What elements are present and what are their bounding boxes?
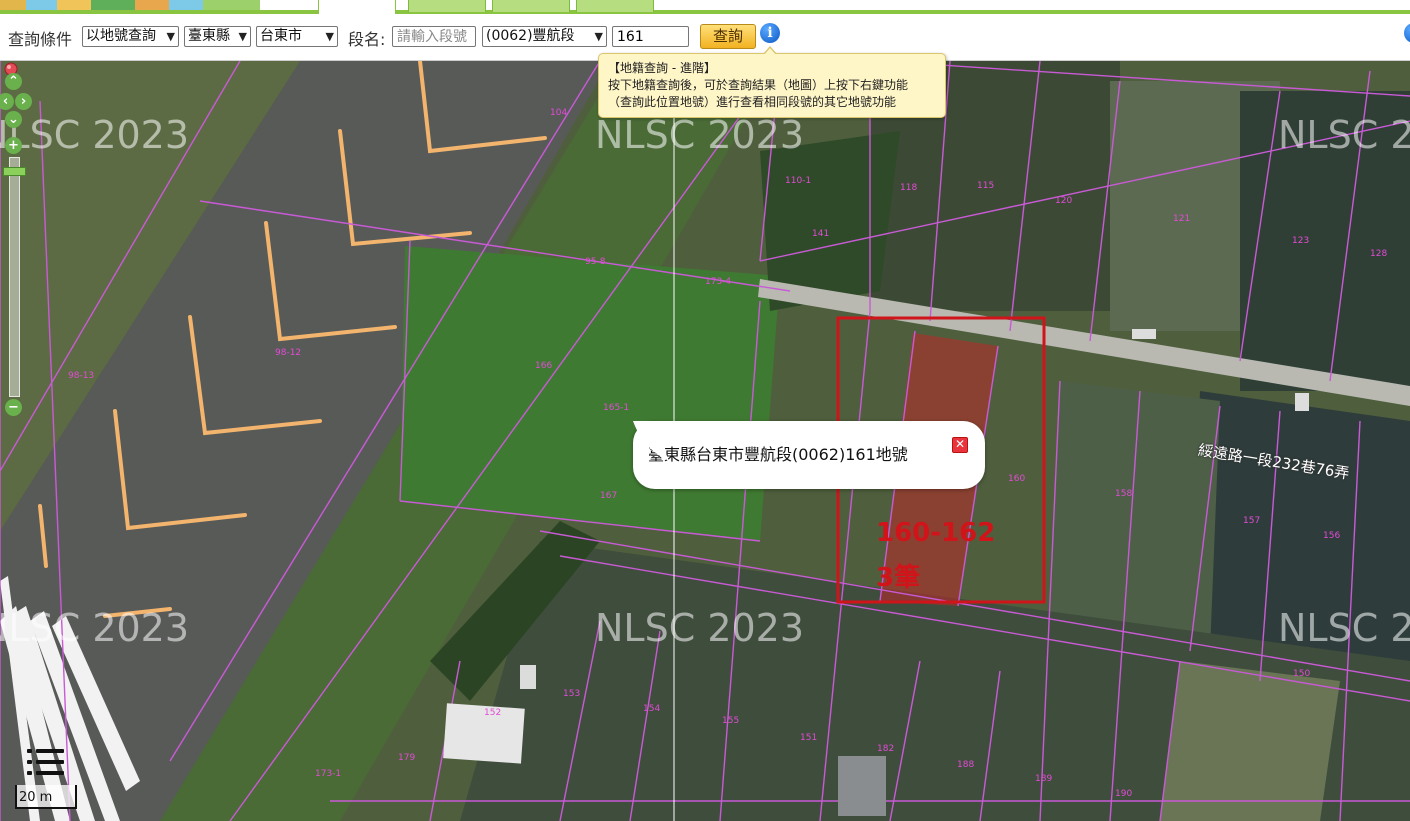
popup-parcel-text: 臺東縣台東市豐航段(0062)161地號 (648, 445, 908, 464)
chevron-down-icon: ▼ (594, 30, 603, 43)
town-select[interactable]: 台東市 ▼ (256, 26, 338, 47)
parcel-number: 153 (563, 689, 581, 699)
watermark: NLSC 2023 (0, 113, 190, 157)
parcel-number: 115 (977, 181, 995, 191)
parcel-number: 104 (550, 108, 568, 118)
annotation-parcel-count: 3筆 (876, 563, 921, 593)
popup-tail (633, 421, 669, 461)
scale-label: 20 m (19, 790, 53, 805)
parcel-number-input[interactable] (612, 26, 689, 47)
tab-cadastral[interactable]: 地籍 (318, 0, 396, 14)
parcel-number: 150 (1293, 669, 1311, 679)
watermark: NLSC 2023 (0, 606, 190, 650)
tab-strip: 地籍 門牌 村里 坐標 (0, 0, 1410, 14)
parcel-number: 151 (800, 733, 818, 743)
parcel-number: 182 (877, 744, 895, 754)
parcel-number: 157 (1243, 516, 1261, 526)
pan-down-icon[interactable]: ⌄ (5, 111, 22, 128)
parcel-number: 128 (1370, 249, 1388, 259)
section-select[interactable]: (0062)豐航段 ▼ (482, 26, 607, 47)
parcel-number: 120 (1055, 196, 1073, 206)
tooltip-line-2: （查詢此位置地號）進行查看相同段號的其它地號功能 (608, 95, 897, 109)
tab-house-number[interactable]: 門牌 (408, 0, 486, 12)
close-icon[interactable]: ✕ (952, 437, 968, 453)
watermark: NLSC 2023 (1278, 606, 1410, 650)
tab-coordinates[interactable]: 坐標 (576, 0, 654, 12)
section-number-input[interactable] (392, 26, 476, 47)
parcel-number: 152 (484, 708, 502, 718)
parcel-number: 188 (957, 760, 975, 770)
parcel-number: 165-1 (603, 403, 630, 413)
watermark: NLSC 2023 (1278, 113, 1410, 157)
watermark: NLSC 2023 (595, 606, 805, 650)
tab-village[interactable]: 村里 (492, 0, 570, 12)
parcel-number: 141 (812, 229, 830, 239)
chevron-down-icon: ▼ (325, 30, 334, 43)
parcel-number: 154 (643, 704, 661, 714)
info-icon[interactable]: i (760, 23, 780, 43)
menu-icon[interactable] (27, 749, 65, 781)
chevron-down-icon: ▼ (166, 30, 175, 43)
parcel-number: 110-1 (785, 176, 812, 186)
pan-up-icon[interactable]: ⌃ (5, 73, 22, 90)
info-icon-edge[interactable]: i (1404, 23, 1410, 43)
pan-right-icon[interactable]: › (15, 93, 32, 110)
parcel-number: 166 (535, 361, 553, 371)
zoom-slider-track[interactable] (9, 157, 20, 397)
zoom-in-icon[interactable]: + (5, 137, 22, 154)
parcel-number: 189 (1035, 774, 1053, 784)
parcel-number: 123 (1292, 236, 1310, 246)
parcel-number: 173-4 (705, 277, 732, 287)
parcel-number: 155 (722, 716, 740, 726)
tooltip-title: 【地籍查詢 - 進階】 (608, 61, 716, 75)
parcel-number: 167 (600, 491, 618, 501)
advanced-query-tooltip: 【地籍查詢 - 進階】 按下地籍查詢後，可於查詢結果（地圖）上按下右鍵功能 （查… (598, 46, 946, 118)
map-view[interactable]: NLSC 2023 NLSC 2023 NLSC 2023 NLSC 2023 … (0, 61, 1410, 821)
parcel-number: 179 (398, 753, 416, 763)
parcel-info-popup: 臺東縣台東市豐航段(0062)161地號 ✕ (633, 421, 985, 489)
parcel-number: 160 (1008, 474, 1026, 484)
parcel-number: 118 (900, 183, 918, 193)
section-label: 段名: (348, 30, 386, 49)
parcel-number: 98-13 (68, 371, 95, 381)
county-select[interactable]: 臺東縣 ▼ (184, 26, 251, 47)
parcel-number: 121 (1173, 214, 1191, 224)
annotation-parcel-range: 160-162 (876, 518, 996, 548)
parcel-number: 158 (1115, 489, 1133, 499)
parcel-number: 95-8 (585, 257, 606, 267)
query-button[interactable]: 查詢 (700, 24, 756, 49)
parcel-number: 190 (1115, 789, 1133, 799)
query-type-select[interactable]: 以地號查詢 ▼ (82, 26, 179, 47)
zoom-out-icon[interactable]: − (5, 399, 22, 416)
chevron-down-icon: ▼ (238, 30, 247, 43)
watermark: NLSC 2023 (595, 113, 805, 157)
zoom-slider-handle[interactable] (3, 167, 26, 176)
parcel-number: 98-12 (275, 348, 302, 358)
tooltip-line-1: 按下地籍查詢後，可於查詢結果（地圖）上按下右鍵功能 (608, 78, 909, 92)
query-condition-label: 查詢條件 (8, 30, 73, 49)
parcel-number: 173-1 (315, 769, 342, 779)
parcel-number: 156 (1323, 531, 1341, 541)
